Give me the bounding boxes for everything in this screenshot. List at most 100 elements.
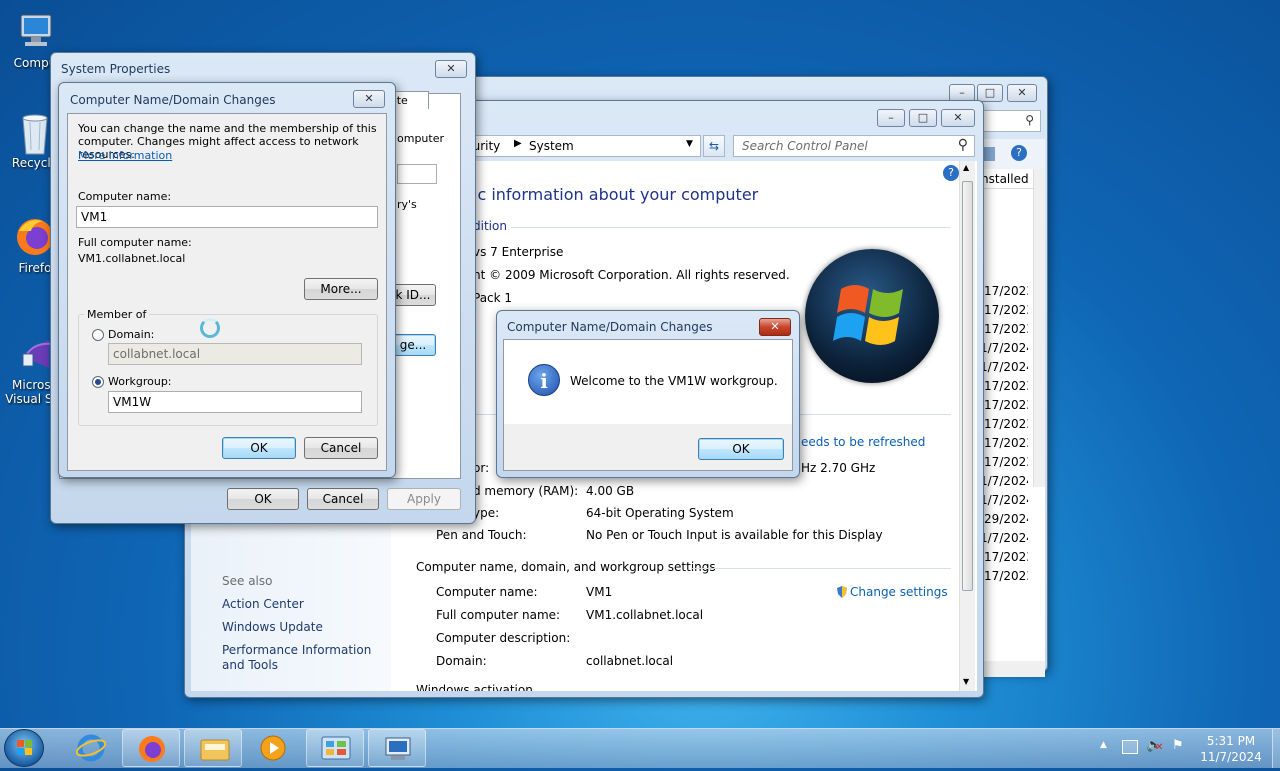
action-center-flag-icon[interactable]: ⚑ bbox=[1172, 738, 1188, 754]
close-button[interactable]: ✕ bbox=[759, 318, 791, 336]
installed-date-cell[interactable]: 1/7/2024 bbox=[980, 493, 1028, 507]
welcome-message: Welcome to the VM1W workgroup. bbox=[570, 374, 778, 388]
network-icon[interactable] bbox=[1122, 740, 1138, 754]
volume-muted-icon[interactable]: 🔈 ✕ bbox=[1146, 738, 1164, 754]
workgroup-radio[interactable] bbox=[92, 376, 104, 388]
computer-name-input[interactable]: VM1 bbox=[76, 206, 378, 228]
installed-date-cell[interactable]: /17/2023 bbox=[980, 398, 1028, 412]
pen-touch-value: No Pen or Touch Input is available for t… bbox=[586, 528, 883, 542]
windows-logo bbox=[805, 249, 939, 383]
workgroup-radio-label: Workgroup: bbox=[108, 375, 172, 388]
windows-update-link[interactable]: Windows Update bbox=[222, 620, 323, 634]
close-button[interactable]: ✕ bbox=[353, 90, 385, 108]
windows-activation-heading: Windows activation bbox=[416, 683, 533, 691]
shield-icon bbox=[835, 585, 849, 599]
refresh-icon[interactable]: ⇆ bbox=[703, 135, 725, 157]
maximize-button[interactable]: □ bbox=[977, 84, 1003, 102]
breadcrumb-separator-icon: ▶ bbox=[514, 138, 522, 149]
description-field[interactable] bbox=[397, 164, 437, 184]
taskbar-media-player[interactable] bbox=[244, 729, 302, 767]
installed-date-cell[interactable]: /17/2023 bbox=[980, 322, 1028, 336]
installed-date-cell[interactable]: /29/2024 bbox=[980, 512, 1028, 526]
edition-name: vs 7 Enterprise bbox=[473, 245, 564, 259]
system-properties-icon bbox=[381, 734, 415, 764]
close-button[interactable]: ✕ bbox=[435, 60, 467, 78]
installed-date-cell[interactable]: /17/2023 bbox=[980, 455, 1028, 469]
page-heading: ic information about your computer bbox=[473, 185, 759, 204]
view-icon[interactable] bbox=[983, 147, 995, 161]
domain-input[interactable]: collabnet.local bbox=[108, 343, 362, 365]
cancel-button[interactable]: Cancel bbox=[304, 437, 378, 459]
installed-date-cell[interactable]: 1/7/2024 bbox=[980, 474, 1028, 488]
domain-radio-label: Domain: bbox=[108, 328, 155, 341]
horizontal-scrollbar[interactable] bbox=[981, 661, 1045, 677]
installed-date-cell[interactable]: 1/7/2024 bbox=[980, 341, 1028, 355]
help-icon[interactable]: ? bbox=[1011, 145, 1027, 161]
ok-button[interactable]: OK bbox=[698, 438, 784, 460]
full-computer-name-value: VM1.collabnet.local bbox=[586, 608, 704, 622]
clock[interactable]: 5:31 PM 11/7/2024 bbox=[1196, 733, 1266, 765]
domain-radio[interactable] bbox=[92, 329, 104, 341]
vertical-scrollbar[interactable]: ▲ ▼ bbox=[959, 161, 975, 691]
clock-date: 11/7/2024 bbox=[1200, 750, 1262, 764]
search-icon: ⚲ bbox=[1025, 113, 1034, 127]
vertical-scrollbar[interactable] bbox=[1033, 169, 1045, 487]
installed-date-cell[interactable]: /17/2023 bbox=[980, 284, 1028, 298]
performance-information-link[interactable]: Performance Information and Tools bbox=[222, 643, 384, 673]
breadcrumb-item[interactable]: System bbox=[529, 139, 574, 153]
search-placeholder: Search Control Panel bbox=[742, 139, 868, 153]
network-id-button[interactable]: k ID... bbox=[390, 284, 436, 306]
installed-date-cell[interactable]: /17/2023 bbox=[980, 569, 1028, 583]
close-button[interactable]: ✕ bbox=[1007, 84, 1037, 102]
installed-date-cell[interactable]: /17/2023 bbox=[980, 550, 1028, 564]
scrollbar-thumb[interactable] bbox=[962, 181, 973, 591]
more-information-link[interactable]: More information bbox=[78, 149, 172, 162]
installed-date-cell[interactable]: /17/2023 bbox=[980, 379, 1028, 393]
taskbar-system-properties[interactable] bbox=[368, 729, 426, 767]
maximize-button[interactable]: □ bbox=[909, 109, 937, 127]
system-type-value: 64-bit Operating System bbox=[586, 506, 734, 520]
change-button[interactable]: ge... bbox=[390, 334, 436, 356]
dropdown-arrow-icon[interactable]: ▼ bbox=[686, 139, 693, 149]
ok-button[interactable]: OK bbox=[227, 488, 299, 510]
service-pack-text: Pack 1 bbox=[473, 291, 513, 305]
search-icon: ⚲ bbox=[957, 137, 968, 153]
scroll-down-icon[interactable]: ▼ bbox=[963, 677, 969, 686]
installed-date-cell[interactable]: /17/2023 bbox=[980, 436, 1028, 450]
window-title: System Properties bbox=[61, 62, 171, 76]
installed-date-cell[interactable]: 1/7/2024 bbox=[980, 531, 1028, 545]
taskbar-internet-explorer[interactable] bbox=[62, 729, 120, 767]
close-button[interactable]: ✕ bbox=[941, 109, 975, 127]
minimize-button[interactable]: – bbox=[877, 109, 905, 127]
ok-button[interactable]: OK bbox=[222, 437, 296, 459]
installed-date-cell[interactable]: /17/2023 bbox=[980, 303, 1028, 317]
pen-touch-label: Pen and Touch: bbox=[436, 528, 527, 542]
show-hidden-icons[interactable]: ▲ bbox=[1100, 740, 1107, 750]
workgroup-input[interactable]: VM1W bbox=[108, 391, 362, 413]
windows-edition-heading: dition bbox=[473, 219, 507, 233]
search-control-panel-box[interactable]: Search Control Panel ⚲ bbox=[733, 135, 975, 157]
start-button[interactable] bbox=[4, 729, 44, 767]
taskbar-file-explorer[interactable] bbox=[184, 729, 242, 767]
taskbar-firefox[interactable] bbox=[122, 729, 180, 767]
show-desktop-button[interactable] bbox=[1272, 729, 1280, 768]
full-computer-name-value: VM1.collabnet.local bbox=[78, 252, 186, 265]
dialog-title: Computer Name/Domain Changes bbox=[507, 320, 713, 334]
installed-date-cell[interactable]: /17/2023 bbox=[980, 417, 1028, 431]
information-icon: i bbox=[528, 364, 560, 396]
search-box[interactable]: ⚲ bbox=[983, 110, 1041, 132]
change-settings-link[interactable]: Change settings bbox=[850, 585, 948, 599]
column-header-installed[interactable]: nstalled bbox=[981, 169, 1035, 189]
list-toolbar: ? bbox=[981, 139, 1045, 169]
help-icon[interactable]: ? bbox=[943, 165, 959, 181]
apply-button[interactable]: Apply bbox=[387, 488, 461, 510]
action-center-link[interactable]: Action Center bbox=[222, 597, 304, 611]
domain-value: collabnet.local bbox=[586, 654, 674, 668]
taskbar-control-panel[interactable] bbox=[306, 729, 364, 767]
scroll-up-icon[interactable]: ▲ bbox=[963, 163, 969, 172]
refresh-rating-link[interactable]: eeds to be refreshed bbox=[801, 435, 925, 449]
installed-date-cell[interactable]: 1/7/2024 bbox=[980, 360, 1028, 374]
clock-time: 5:31 PM bbox=[1206, 734, 1256, 748]
more-button[interactable]: More... bbox=[304, 278, 378, 300]
cancel-button[interactable]: Cancel bbox=[307, 488, 379, 510]
